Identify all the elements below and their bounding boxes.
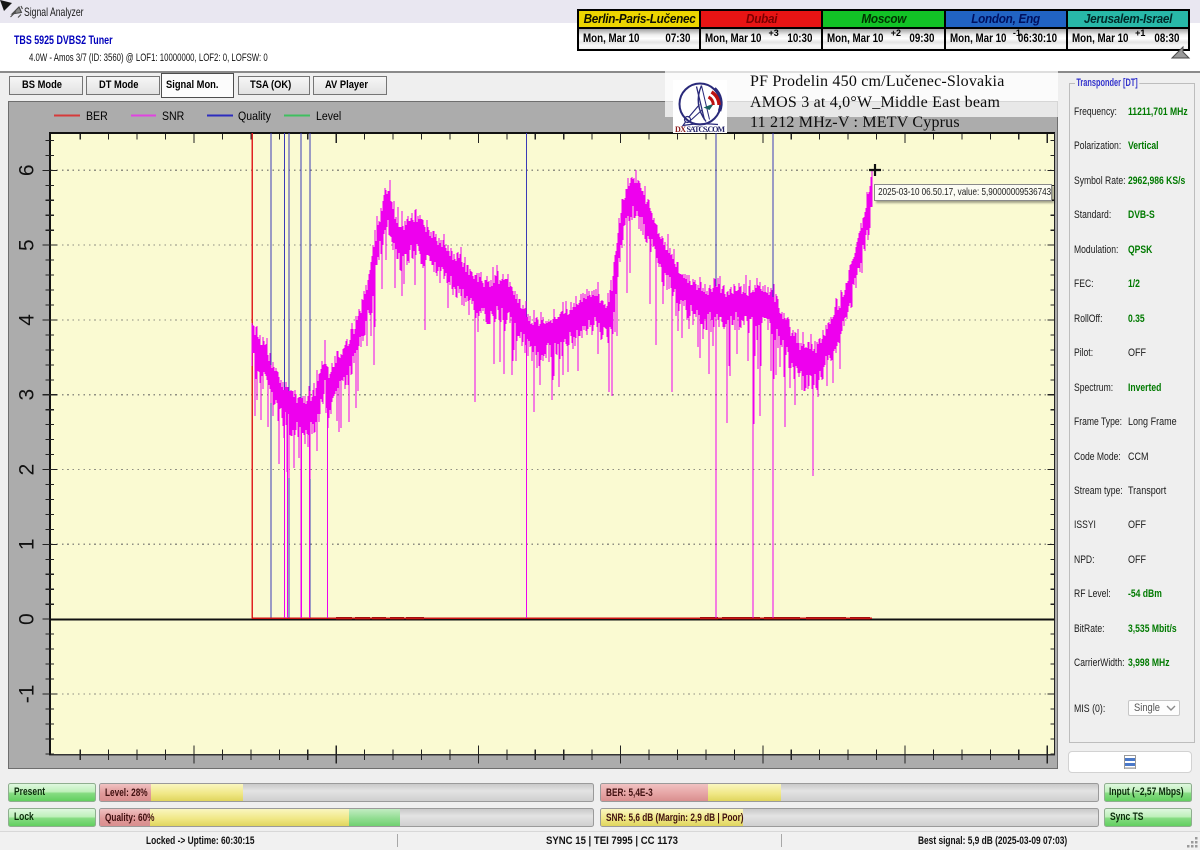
- svg-text:-1: -1: [16, 685, 39, 704]
- svg-text:SNR: SNR: [162, 110, 184, 123]
- svg-text:BER: BER: [86, 110, 108, 123]
- svg-text:DX: DX: [675, 125, 686, 133]
- svg-text:5: 5: [16, 239, 39, 251]
- svg-text:1: 1: [16, 538, 39, 550]
- svg-text:4: 4: [16, 314, 39, 326]
- svg-text:6: 6: [16, 164, 39, 176]
- svg-text:3: 3: [16, 389, 39, 401]
- svg-text:Level: Level: [316, 110, 341, 123]
- svg-text:2: 2: [16, 464, 39, 476]
- svg-text:Quality: Quality: [238, 110, 271, 123]
- svg-text:SATCS.COM: SATCS.COM: [687, 125, 726, 133]
- svg-text:0: 0: [16, 613, 39, 625]
